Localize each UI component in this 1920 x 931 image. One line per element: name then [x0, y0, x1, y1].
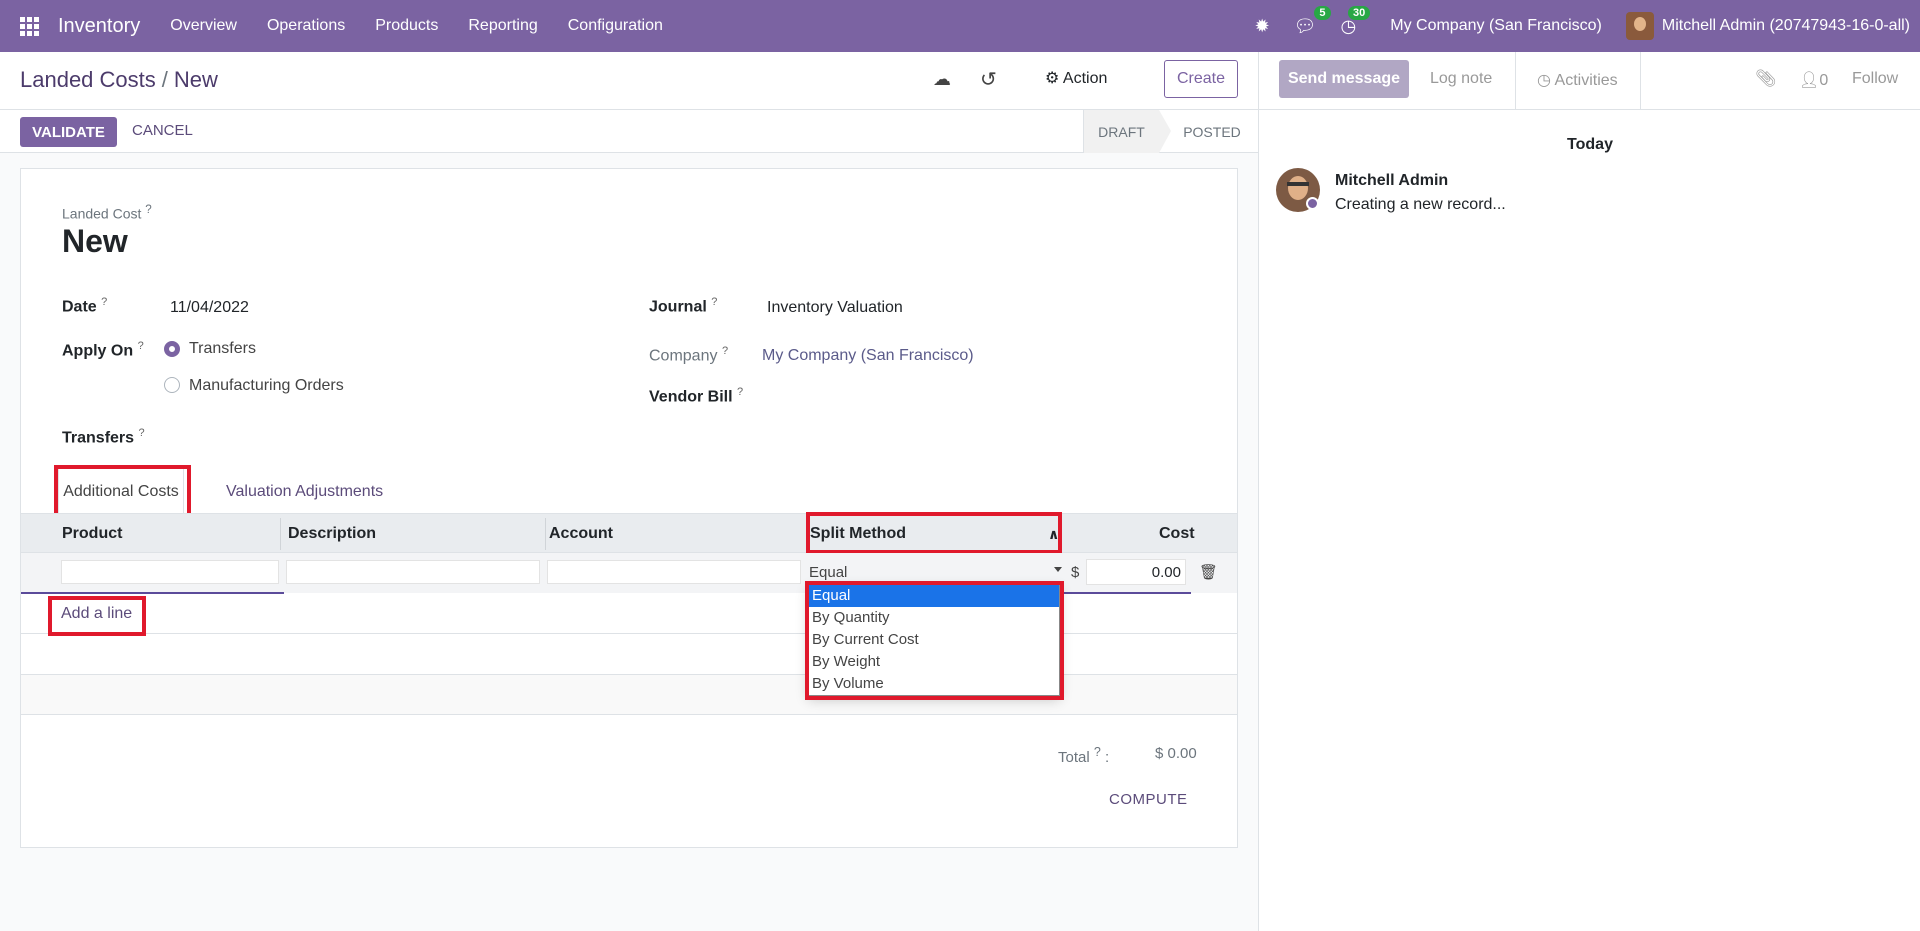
- messages-icon[interactable]: 💬︎ 5: [1294, 5, 1331, 37]
- date-label: Date ?: [62, 296, 108, 316]
- followers-count: 0: [1819, 72, 1829, 89]
- user-menu[interactable]: Mitchell Admin (20747943-16-0-all): [1625, 12, 1910, 40]
- paperclip-icon[interactable]: 📎︎: [1755, 69, 1777, 89]
- record-title: New: [62, 223, 128, 259]
- debug-bug-icon[interactable]: ✹: [1255, 16, 1270, 37]
- activities-button[interactable]: ◷ Activities: [1537, 70, 1618, 90]
- radio-transfers-label[interactable]: Transfers: [189, 340, 256, 358]
- col-split-method[interactable]: Split Method: [810, 525, 906, 543]
- menu-products[interactable]: Products: [375, 17, 438, 35]
- menu-overview[interactable]: Overview: [170, 17, 237, 35]
- user-name: Mitchell Admin (20747943-16-0-all): [1661, 17, 1910, 34]
- chatter-panel: Send message Log note ◷ Activities 📎︎ 👤︎…: [1258, 52, 1920, 931]
- col-account[interactable]: Account: [549, 525, 613, 543]
- activities-badge: 30: [1348, 5, 1371, 20]
- option-by-quantity[interactable]: By Quantity: [809, 607, 1059, 629]
- vendor-bill-label: Vendor Bill ?: [649, 386, 744, 406]
- tab-additional-costs[interactable]: Additional Costs: [58, 466, 184, 516]
- online-status-dot: [1306, 197, 1319, 210]
- compute-button[interactable]: COMPUTE: [1109, 791, 1188, 808]
- description-input[interactable]: [286, 560, 540, 584]
- log-note-button[interactable]: Log note: [1430, 70, 1492, 88]
- action-button[interactable]: ⚙ Action: [1045, 68, 1107, 88]
- add-a-line-link[interactable]: Add a line: [61, 605, 132, 623]
- option-by-current-cost[interactable]: By Current Cost: [809, 629, 1059, 651]
- tab-valuation-adjustments[interactable]: Valuation Adjustments: [226, 483, 383, 501]
- activities-clock-icon[interactable]: ◷ 30: [1341, 5, 1371, 37]
- date-field[interactable]: 11/04/2022: [170, 299, 249, 317]
- save-cloud-icon[interactable]: ☁: [933, 69, 951, 90]
- send-message-button[interactable]: Send message: [1279, 60, 1409, 98]
- menu-configuration[interactable]: Configuration: [568, 17, 663, 35]
- divider: [1515, 52, 1516, 110]
- col-description[interactable]: Description: [288, 525, 376, 543]
- col-divider: [280, 518, 281, 550]
- followers-button[interactable]: 👤︎0: [1799, 70, 1828, 90]
- journal-field[interactable]: Inventory Valuation: [767, 299, 903, 317]
- stage-arrow: [1159, 110, 1171, 153]
- menu-reporting[interactable]: Reporting: [468, 17, 537, 35]
- radio-transfers[interactable]: [164, 341, 180, 357]
- date-separator: Today: [1567, 136, 1613, 153]
- form-sheet: Landed Cost ? New Date ? 11/04/2022 Appl…: [20, 168, 1238, 848]
- company-field[interactable]: My Company (San Francisco): [762, 347, 974, 365]
- clock-icon: ◷: [1537, 72, 1551, 89]
- record-label: Landed Cost ?: [62, 203, 152, 222]
- chatter-topbar: Send message Log note ◷ Activities 📎︎ 👤︎…: [1259, 52, 1920, 110]
- breadcrumb-parent[interactable]: Landed Costs: [20, 67, 156, 92]
- currency-symbol: $: [1071, 564, 1080, 581]
- radio-manufacturing-orders[interactable]: [164, 377, 180, 393]
- journal-label: Journal ?: [649, 296, 718, 316]
- option-by-weight[interactable]: By Weight: [809, 651, 1059, 673]
- apply-on-label: Apply On ?: [62, 340, 144, 360]
- action-label: Action: [1062, 70, 1108, 87]
- table-header: Product Description Account Split Method…: [21, 513, 1237, 553]
- follow-button[interactable]: Follow: [1852, 70, 1898, 88]
- control-panel: Landed Costs / New ☁ ↺ ⚙ Action Create: [0, 52, 1258, 110]
- validate-button[interactable]: VALIDATE: [20, 117, 117, 147]
- sort-chevron-up-icon[interactable]: ∧: [1048, 526, 1059, 543]
- create-button[interactable]: Create: [1164, 60, 1238, 98]
- total-label: Total ? :: [1058, 745, 1110, 766]
- breadcrumb: Landed Costs / New: [20, 67, 218, 93]
- select-caret-icon: [1054, 567, 1062, 572]
- app-brand[interactable]: Inventory: [58, 15, 140, 38]
- product-input[interactable]: [61, 560, 279, 584]
- col-divider: [545, 518, 546, 550]
- col-cost[interactable]: Cost: [1159, 525, 1195, 543]
- user-avatar: [1625, 12, 1654, 40]
- company-switcher[interactable]: My Company (San Francisco): [1390, 17, 1602, 35]
- menu-operations[interactable]: Operations: [267, 17, 345, 35]
- message-body: Creating a new record...: [1335, 196, 1506, 213]
- radio-manufacturing-label[interactable]: Manufacturing Orders: [189, 377, 344, 395]
- stage-draft[interactable]: DRAFT: [1083, 110, 1159, 153]
- total-value: $ 0.00: [1155, 745, 1197, 762]
- breadcrumb-current: New: [173, 67, 218, 92]
- top-navbar: Inventory Overview Operations Products R…: [0, 0, 1920, 52]
- trash-icon[interactable]: 🗑︎: [1199, 563, 1218, 581]
- split-method-dropdown: Equal By Quantity By Current Cost By Wei…: [808, 584, 1060, 696]
- cancel-button[interactable]: CANCEL: [132, 122, 193, 139]
- activities-label: Activities: [1554, 72, 1618, 89]
- col-product[interactable]: Product: [62, 525, 122, 543]
- user-icon: 👤︎: [1799, 72, 1820, 89]
- discard-undo-icon[interactable]: ↺: [980, 67, 997, 92]
- divider: [1640, 52, 1641, 110]
- stage-posted[interactable]: POSTED: [1172, 110, 1252, 153]
- transfers-label: Transfers ?: [62, 427, 145, 447]
- apps-menu-icon[interactable]: [0, 0, 58, 52]
- option-by-volume[interactable]: By Volume: [809, 673, 1059, 695]
- split-method-select[interactable]: Equal: [809, 564, 847, 581]
- account-input[interactable]: [547, 560, 801, 584]
- cost-input[interactable]: 0.00: [1086, 559, 1186, 585]
- company-label: Company ?: [649, 345, 729, 365]
- message-author[interactable]: Mitchell Admin: [1335, 172, 1448, 190]
- gear-icon: ⚙: [1045, 70, 1060, 87]
- messages-badge: 5: [1314, 5, 1331, 20]
- status-bar: VALIDATE CANCEL DRAFT POSTED: [0, 110, 1258, 153]
- option-equal[interactable]: Equal: [809, 585, 1059, 607]
- breadcrumb-separator: /: [161, 67, 168, 92]
